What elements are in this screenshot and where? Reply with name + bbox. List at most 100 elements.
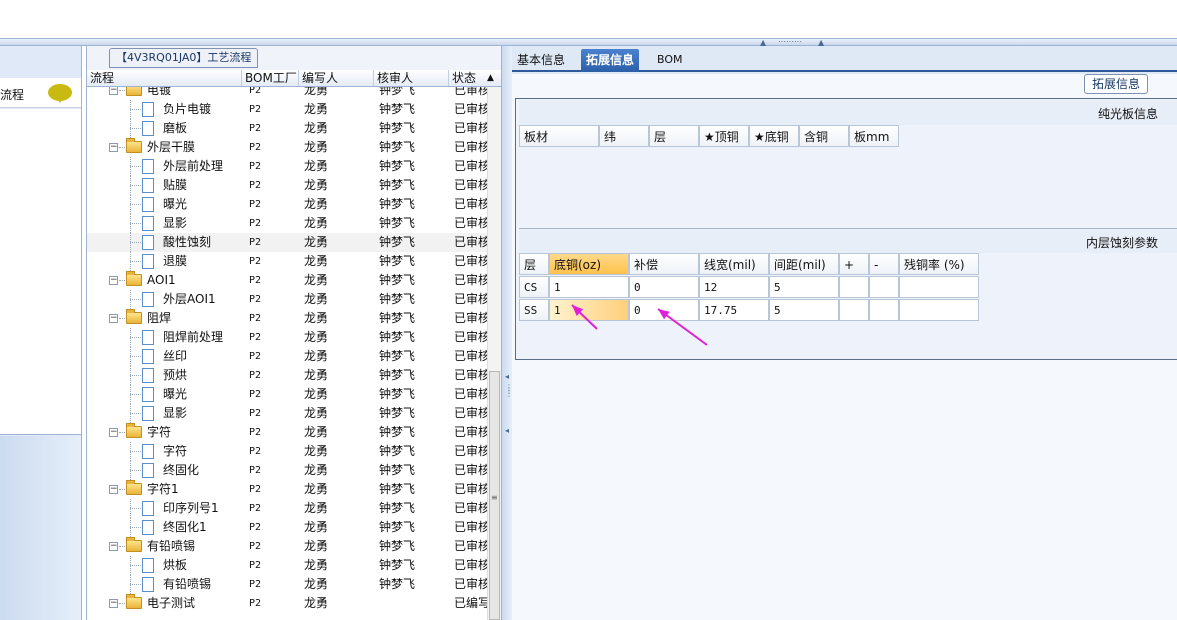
tree-group-row[interactable]: − 有铅喷锡 P2 龙勇 钟梦飞 已审核 (87, 537, 487, 556)
collapse-left-icon[interactable]: ◂ (505, 372, 509, 381)
tree-step-row[interactable]: 外层前处理 P2 龙勇 钟梦飞 已审核 (87, 157, 487, 176)
collapse-toggle-icon[interactable]: − (109, 428, 118, 437)
tree-step-row[interactable]: 曝光 P2 龙勇 钟梦飞 已审核 (87, 195, 487, 214)
inner-etch-row-header[interactable]: SS (519, 299, 549, 321)
folder-icon (126, 594, 142, 609)
tree-group-row[interactable]: − 字符1 P2 龙勇 钟梦飞 已审核 (87, 480, 487, 499)
inner-etch-cell[interactable] (869, 276, 899, 298)
tree-reviewer-cell: 钟梦飞 (379, 349, 416, 363)
plain-board-header-cell[interactable]: ★底铜 (749, 125, 799, 147)
plain-board-header-cell[interactable]: 层 (649, 125, 699, 147)
tree-item-label: 曝光 (163, 197, 188, 211)
col-header-process[interactable]: 流程 (87, 70, 242, 86)
inner-etch-header-cell[interactable]: 层 (519, 253, 549, 275)
process-flow-tab[interactable]: 【4V3RQ01JA0】工艺流程 (109, 48, 259, 68)
tree-step-row[interactable]: 预烘 P2 龙勇 钟梦飞 已审核 (87, 366, 487, 385)
inner-etch-cell[interactable] (839, 276, 869, 298)
inner-etch-header-cell[interactable]: + (839, 253, 869, 275)
inner-etch-cell[interactable]: 5 (769, 276, 839, 298)
tree-step-row[interactable]: 显影 P2 龙勇 钟梦飞 已审核 (87, 404, 487, 423)
tab-basic-info[interactable]: 基本信息 (512, 49, 570, 72)
col-header-reviewer[interactable]: 核审人 (374, 70, 449, 86)
tree-step-row[interactable]: 印序列号1 P2 龙勇 钟梦飞 已审核 (87, 499, 487, 518)
tree-group-row[interactable]: − AOI1 P2 龙勇 钟梦飞 已审核 (87, 271, 487, 290)
tree-step-row[interactable]: 酸性蚀刻 P2 龙勇 钟梦飞 已审核 (87, 233, 487, 252)
inner-etch-cell[interactable]: 12 (699, 276, 769, 298)
collapse-toggle-icon[interactable]: − (109, 599, 118, 608)
inner-etch-cell[interactable] (839, 299, 869, 321)
tree-step-row[interactable]: 显影 P2 龙勇 钟梦飞 已审核 (87, 214, 487, 233)
tree-step-row[interactable]: 磨板 P2 龙勇 钟梦飞 已审核 (87, 119, 487, 138)
scrollbar-thumb[interactable]: ≡ (489, 371, 500, 620)
inner-etch-cell[interactable]: 1 (549, 276, 629, 298)
inner-etch-cell[interactable]: 5 (769, 299, 839, 321)
tree-group-row[interactable]: − 电镀 P2 龙勇 钟梦飞 已审核 (87, 87, 487, 100)
tree-connector (130, 508, 141, 509)
tree-author-cell: 龙勇 (304, 482, 329, 496)
inner-etch-header-cell[interactable]: 间距(mil) (769, 253, 839, 275)
plain-board-header-cell[interactable]: 含铜 (799, 125, 849, 147)
tree-step-row[interactable]: 烘板 P2 龙勇 钟梦飞 已审核 (87, 556, 487, 575)
inner-etch-cell[interactable] (869, 299, 899, 321)
tree-reviewer-cell: 钟梦飞 (379, 216, 416, 230)
inner-etch-header-cell[interactable]: 底铜(oz) (549, 253, 629, 275)
tree-item-label: 外层前处理 (163, 159, 224, 173)
tree-bom-cell: P2 (249, 180, 262, 191)
plain-board-header-cell[interactable]: 板mm (849, 125, 899, 147)
tree-step-row[interactable]: 有铅喷锡 P2 龙勇 钟梦飞 已审核 (87, 575, 487, 594)
inner-etch-cell[interactable]: 1 (549, 299, 629, 321)
tree-step-row[interactable]: 终固化1 P2 龙勇 钟梦飞 已审核 (87, 518, 487, 537)
tree-group-row[interactable]: − 字符 P2 龙勇 钟梦飞 已审核 (87, 423, 487, 442)
inner-etch-row-header[interactable]: CS (519, 276, 549, 298)
splitter-grip[interactable]: ⋯⋯⋯ (770, 38, 810, 46)
plain-board-header-cell[interactable]: 纬 (599, 125, 649, 147)
collapse-toggle-icon[interactable]: − (109, 87, 118, 95)
scroll-up-icon[interactable]: ▲ (487, 70, 494, 86)
collapse-toggle-icon[interactable]: − (109, 276, 118, 285)
tree-group-row[interactable]: − 电子测试 P2 龙勇 已编写 (87, 594, 487, 613)
inner-etch-cell[interactable] (899, 276, 979, 298)
inner-etch-header-cell[interactable]: 残铜率 (%) (899, 253, 979, 275)
plain-board-header-cell[interactable]: ★顶铜 (699, 125, 749, 147)
tree-step-row[interactable]: 贴膜 P2 龙勇 钟梦飞 已审核 (87, 176, 487, 195)
horizontal-splitter[interactable]: ▲ ⋯⋯⋯ ▲ (0, 38, 1177, 47)
inner-etch-cell[interactable]: 0 (629, 276, 699, 298)
inner-etch-cell[interactable] (899, 299, 979, 321)
col-header-status[interactable]: 状态 ▲ (449, 70, 501, 86)
plain-board-header-cell[interactable]: 板材 (519, 125, 599, 147)
col-header-bom[interactable]: BOM工厂 (242, 70, 299, 86)
collapse-toggle-icon[interactable]: − (109, 485, 118, 494)
collapse-toggle-icon[interactable]: − (109, 314, 118, 323)
tree-step-row[interactable]: 外层AOI1 P2 龙勇 钟梦飞 已审核 (87, 290, 487, 309)
document-icon (142, 235, 154, 250)
tree-step-row[interactable]: 负片电镀 P2 龙勇 钟梦飞 已审核 (87, 100, 487, 119)
tree-author-cell: 龙勇 (304, 87, 329, 97)
tree-step-row[interactable]: 曝光 P2 龙勇 钟梦飞 已审核 (87, 385, 487, 404)
tree-scrollbar[interactable]: ≡ (487, 87, 501, 620)
tree-group-row[interactable]: − 外层干膜 P2 龙勇 钟梦飞 已审核 (87, 138, 487, 157)
collapse-toggle-icon[interactable]: − (109, 542, 118, 551)
inner-etch-cell[interactable]: 0 (629, 299, 699, 321)
inner-etch-header-cell[interactable]: 补偿 (629, 253, 699, 275)
tree-status-cell: 已审核 (454, 159, 487, 173)
tree-item-label: 阻焊前处理 (163, 330, 224, 344)
tree-step-row[interactable]: 终固化 P2 龙勇 钟梦飞 已审核 (87, 461, 487, 480)
collapse-toggle-icon[interactable]: − (109, 143, 118, 152)
tab-extended-info[interactable]: 拓展信息 (581, 49, 640, 72)
tree-step-row[interactable]: 退膜 P2 龙勇 钟梦飞 已审核 (87, 252, 487, 271)
vertical-splitter[interactable]: ◂ ⋮ ⋮ ⋮ ◂ (502, 46, 513, 620)
tree-item-label: 外层干膜 (147, 140, 196, 154)
tree-step-row[interactable]: 丝印 P2 龙勇 钟梦飞 已审核 (87, 347, 487, 366)
inner-etch-header-cell[interactable]: - (869, 253, 899, 275)
speech-bubble-icon[interactable] (48, 84, 72, 103)
collapse-left-icon[interactable]: ◂ (505, 426, 509, 435)
inner-etch-cell[interactable]: 17.75 (699, 299, 769, 321)
tree-step-row[interactable]: 字符 P2 龙勇 钟梦飞 已审核 (87, 442, 487, 461)
tree-step-row[interactable]: 阻焊前处理 P2 龙勇 钟梦飞 已审核 (87, 328, 487, 347)
tree-item-label: 印序列号1 (163, 501, 219, 515)
tab-bom[interactable]: BOM (652, 49, 688, 72)
col-header-author[interactable]: 编写人 (299, 70, 374, 86)
tree-group-row[interactable]: − 阻焊 P2 龙勇 钟梦飞 已审核 (87, 309, 487, 328)
inner-etch-header-cell[interactable]: 线宽(mil) (699, 253, 769, 275)
nav-item-process[interactable]: 流程 (0, 78, 81, 108)
